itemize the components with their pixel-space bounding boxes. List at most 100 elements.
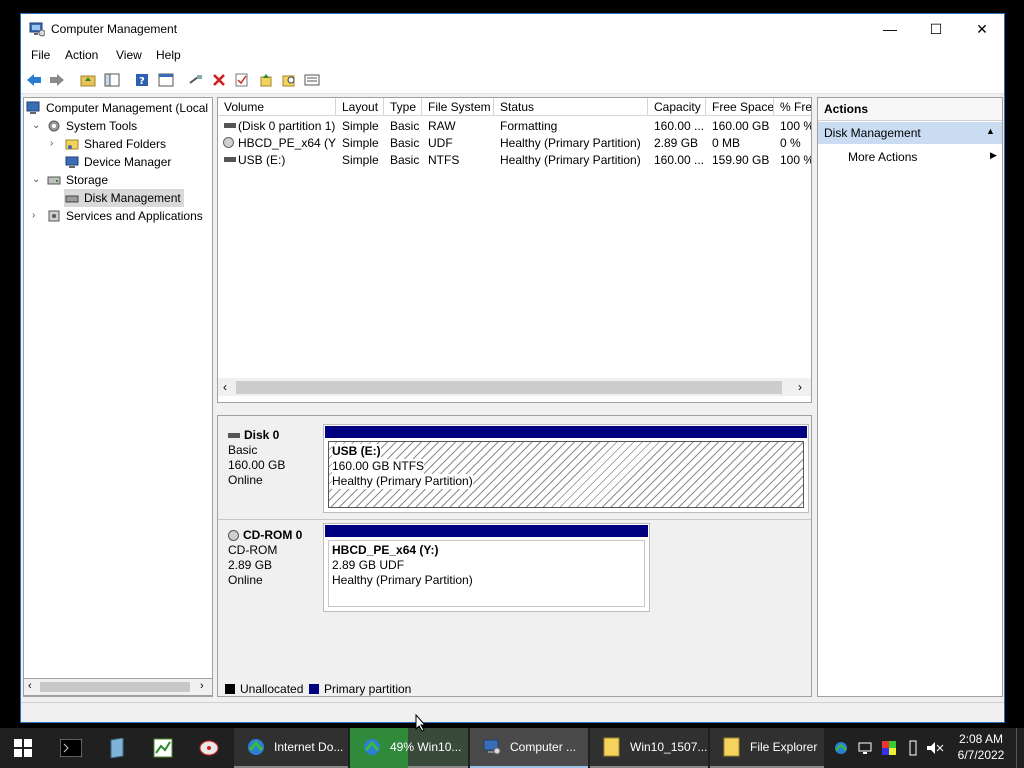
scroll-left-icon[interactable]: ‹ xyxy=(223,380,227,394)
chart-app-icon xyxy=(153,738,173,758)
partition-body[interactable]: USB (E:) 160.00 GB NTFS Healthy (Primary… xyxy=(328,441,804,508)
properties-pane-icon[interactable] xyxy=(157,71,175,89)
collapse-up-icon[interactable]: ▲ xyxy=(986,126,995,136)
network-globe-tray-icon[interactable] xyxy=(832,738,850,758)
clock[interactable]: 2:08 AM 6/7/2022 xyxy=(950,731,1012,763)
disk-tool-button[interactable] xyxy=(186,728,232,768)
back-arrow-icon[interactable] xyxy=(25,71,43,89)
show-desktop-button[interactable] xyxy=(1016,728,1023,768)
notepad-icon xyxy=(110,738,124,758)
table-row[interactable]: (Disk 0 partition 1) Simple Basic RAW Fo… xyxy=(218,118,812,135)
menu-file[interactable]: File xyxy=(31,48,50,62)
notepad-button[interactable] xyxy=(94,728,140,768)
cell-volume: USB (E:) xyxy=(238,153,286,167)
cell-type: Basic xyxy=(390,119,420,133)
tree-node-root[interactable]: Computer Management (Local xyxy=(26,99,208,117)
legend-primary: Primary partition xyxy=(324,682,412,696)
menu-action[interactable]: Action xyxy=(65,48,98,62)
cell-volume: HBCD_PE_x64 (Y:) xyxy=(238,136,336,150)
column-header-layout[interactable]: Layout xyxy=(336,98,384,116)
task-internet-download[interactable]: Internet Do... xyxy=(234,728,348,768)
table-row[interactable]: USB (E:) Simple Basic NTFS Healthy (Prim… xyxy=(218,152,811,169)
disk-name: Disk 0 xyxy=(244,428,280,442)
task-file-explorer[interactable]: File Explorer xyxy=(710,728,824,768)
volume-scroll-thumb[interactable] xyxy=(236,381,782,394)
task-win10-folder[interactable]: Win10_1507... xyxy=(590,728,708,768)
disk-type: CD-ROM xyxy=(228,543,278,557)
cell-layout: Simple xyxy=(342,153,379,167)
disk-tool-icon xyxy=(199,740,219,756)
tree-label-device-manager: Device Manager xyxy=(84,155,172,169)
column-header-file-system[interactable]: File System xyxy=(422,98,494,116)
task-label: File Explorer xyxy=(750,740,818,754)
partition-label: USB (E:) xyxy=(332,444,381,459)
search-folder-icon[interactable] xyxy=(280,71,298,89)
title-bar[interactable]: Computer Management — ☐ ✕ xyxy=(21,14,1004,44)
close-button[interactable]: ✕ xyxy=(959,14,1004,44)
column-header-percent-free[interactable]: % Free xyxy=(774,98,811,116)
scroll-right-icon[interactable]: › xyxy=(798,380,802,394)
partition-body[interactable]: HBCD_PE_x64 (Y:) 2.89 GB UDF Healthy (Pr… xyxy=(328,540,645,607)
column-header-volume[interactable]: Volume xyxy=(218,98,336,116)
cell-percent-free: 100 % xyxy=(780,119,812,133)
network-tray-icon[interactable] xyxy=(856,738,874,758)
list-view-icon[interactable] xyxy=(303,71,321,89)
show-hide-tree-icon[interactable] xyxy=(103,71,121,89)
partition-label: HBCD_PE_x64 (Y:) xyxy=(332,543,439,557)
cell-free-space: 159.90 GB xyxy=(712,153,770,167)
table-row[interactable]: HBCD_PE_x64 (Y:) Simple Basic UDF Health… xyxy=(218,135,811,152)
color-app-tray-icon[interactable] xyxy=(880,738,898,758)
forward-arrow-icon[interactable] xyxy=(48,71,66,89)
tree-scroll-thumb[interactable] xyxy=(40,682,190,692)
maximize-button[interactable]: ☐ xyxy=(913,14,959,44)
partition-status: Healthy (Primary Partition) xyxy=(332,474,473,489)
disk-info-cdrom-0[interactable]: CD-ROM 0 CD-ROM 2.89 GB Online xyxy=(220,522,320,617)
actions-section-disk-management[interactable]: Disk Management ▲ xyxy=(818,122,1002,144)
task-download-progress[interactable]: 49% Win10... xyxy=(350,728,468,768)
tree-node-storage[interactable]: Storage xyxy=(46,171,108,189)
task-computer-management[interactable]: Computer ... xyxy=(470,728,588,768)
connect-icon[interactable] xyxy=(187,71,205,89)
tree-node-shared-folders[interactable]: Shared Folders xyxy=(64,135,166,153)
help-icon[interactable]: ? xyxy=(133,71,151,89)
folder-up-icon[interactable] xyxy=(257,71,275,89)
column-header-status[interactable]: Status xyxy=(494,98,648,116)
expand-chevron-icon[interactable]: › xyxy=(32,210,42,221)
command-prompt-button[interactable] xyxy=(48,728,94,768)
usb-tray-icon[interactable] xyxy=(904,738,922,758)
disk-info-disk-0[interactable]: Disk 0 Basic 160.00 GB Online xyxy=(220,422,320,517)
tree-node-device-manager[interactable]: Device Manager xyxy=(64,153,171,171)
menu-view[interactable]: View xyxy=(116,48,142,62)
folder-icon xyxy=(602,737,622,757)
collapse-chevron-icon[interactable]: ⌄ xyxy=(32,174,42,185)
partition-hbcd-y[interactable]: HBCD_PE_x64 (Y:) 2.89 GB UDF Healthy (Pr… xyxy=(323,523,650,612)
column-header-free-space[interactable]: Free Space xyxy=(706,98,774,116)
start-button[interactable] xyxy=(0,728,46,768)
expand-chevron-icon[interactable]: › xyxy=(50,138,60,149)
volume-list-horizontal-scrollbar[interactable]: ‹ › xyxy=(218,378,811,396)
tree-node-system-tools[interactable]: System Tools xyxy=(46,117,137,135)
cell-file-system: NTFS xyxy=(428,153,460,167)
task-manager-button[interactable] xyxy=(140,728,186,768)
tree-node-disk-management[interactable]: Disk Management xyxy=(64,189,184,207)
scroll-right-icon[interactable]: › xyxy=(200,680,204,692)
disk-divider xyxy=(218,519,811,520)
volume-muted-icon[interactable] xyxy=(926,738,944,758)
tree-horizontal-scrollbar[interactable]: ‹ › xyxy=(23,678,213,696)
task-label: Win10_1507... xyxy=(630,740,708,754)
menu-help[interactable]: Help xyxy=(156,48,181,62)
partition-usb-e[interactable]: USB (E:) 160.00 GB NTFS Healthy (Primary… xyxy=(323,424,809,513)
services-icon xyxy=(46,209,62,223)
column-header-type[interactable]: Type xyxy=(384,98,422,116)
tree-node-services[interactable]: Services and Applications xyxy=(46,207,203,225)
up-folder-icon[interactable] xyxy=(79,71,97,89)
column-header-capacity[interactable]: Capacity xyxy=(648,98,706,116)
scroll-left-icon[interactable]: ‹ xyxy=(28,680,32,692)
minimize-button[interactable]: — xyxy=(867,14,913,44)
delete-icon[interactable] xyxy=(210,71,228,89)
more-actions-item[interactable]: More Actions ▶ xyxy=(818,147,1002,167)
partition-detail: 2.89 GB UDF xyxy=(332,558,405,572)
window-title: Computer Management xyxy=(51,22,178,36)
collapse-chevron-icon[interactable]: ⌄ xyxy=(32,120,42,131)
check-icon[interactable] xyxy=(233,71,251,89)
